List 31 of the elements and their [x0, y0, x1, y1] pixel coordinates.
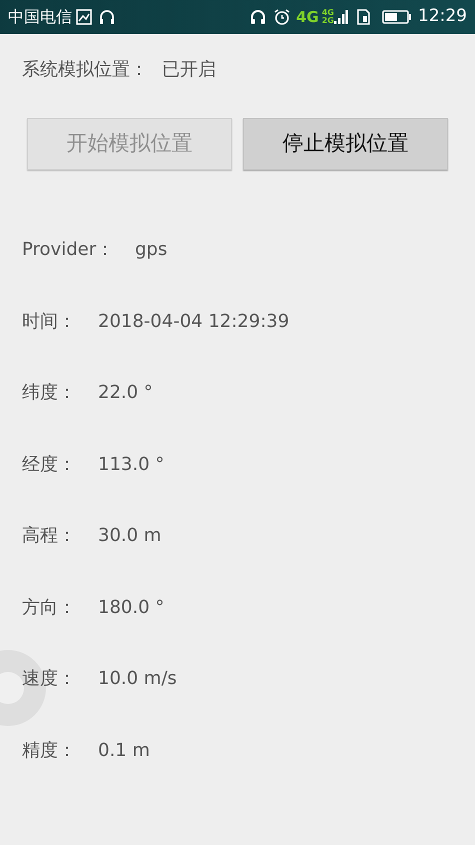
field-value: 22.0 °	[98, 381, 153, 406]
field-label: 纬度：	[22, 381, 77, 406]
signal-icon	[334, 8, 348, 26]
field-label: 速度：	[22, 667, 77, 692]
field-label: 方向：	[22, 596, 77, 620]
clock-time: 12:29	[418, 5, 467, 28]
alarm-icon	[273, 8, 292, 26]
image-icon	[76, 9, 92, 25]
battery-icon	[382, 9, 412, 25]
field-value: 2018-04-04 12:29:39	[98, 310, 290, 334]
sim-card-icon	[356, 8, 372, 26]
network-type: 4G	[322, 9, 334, 17]
field-value: 30.0 m	[98, 524, 162, 548]
field-label: 精度：	[22, 738, 77, 763]
field-value: gps	[135, 238, 168, 262]
headset-icon	[98, 8, 116, 26]
field-value: 180.0 °	[98, 596, 164, 620]
field-value: 0.1 m	[98, 738, 150, 763]
action-button[interactable]: 停止模拟位置	[243, 118, 448, 170]
field-value: 113.0 °	[98, 452, 164, 477]
mock-location-label: 系统模拟位置：	[22, 58, 148, 82]
field-label: 时间：	[22, 310, 77, 334]
field-label: Provider：	[22, 238, 116, 262]
headphones-icon	[249, 8, 268, 26]
network-type: 2G	[322, 17, 334, 25]
field-value: 10.0 m/s	[98, 667, 177, 692]
network-type: 4G	[296, 10, 319, 24]
field-label: 高程：	[22, 524, 77, 548]
mock-location-status: 已开启	[162, 58, 216, 82]
carrier-name: 中国电信	[8, 6, 72, 28]
field-label: 经度：	[22, 452, 77, 477]
